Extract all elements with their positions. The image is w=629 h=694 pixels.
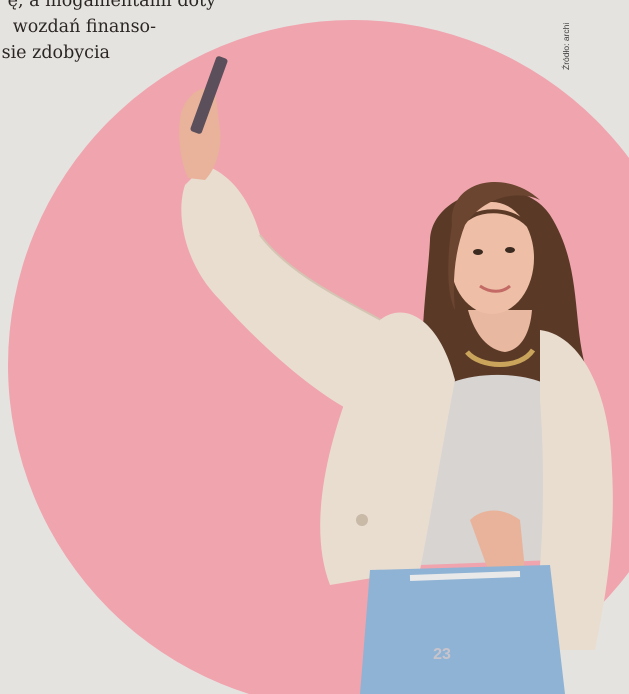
woman-selfie-photo [179, 56, 613, 694]
page-number: 23 [433, 646, 451, 663]
magazine-page: ę, a mogamentami doty wozdań finanso- si… [0, 0, 629, 694]
